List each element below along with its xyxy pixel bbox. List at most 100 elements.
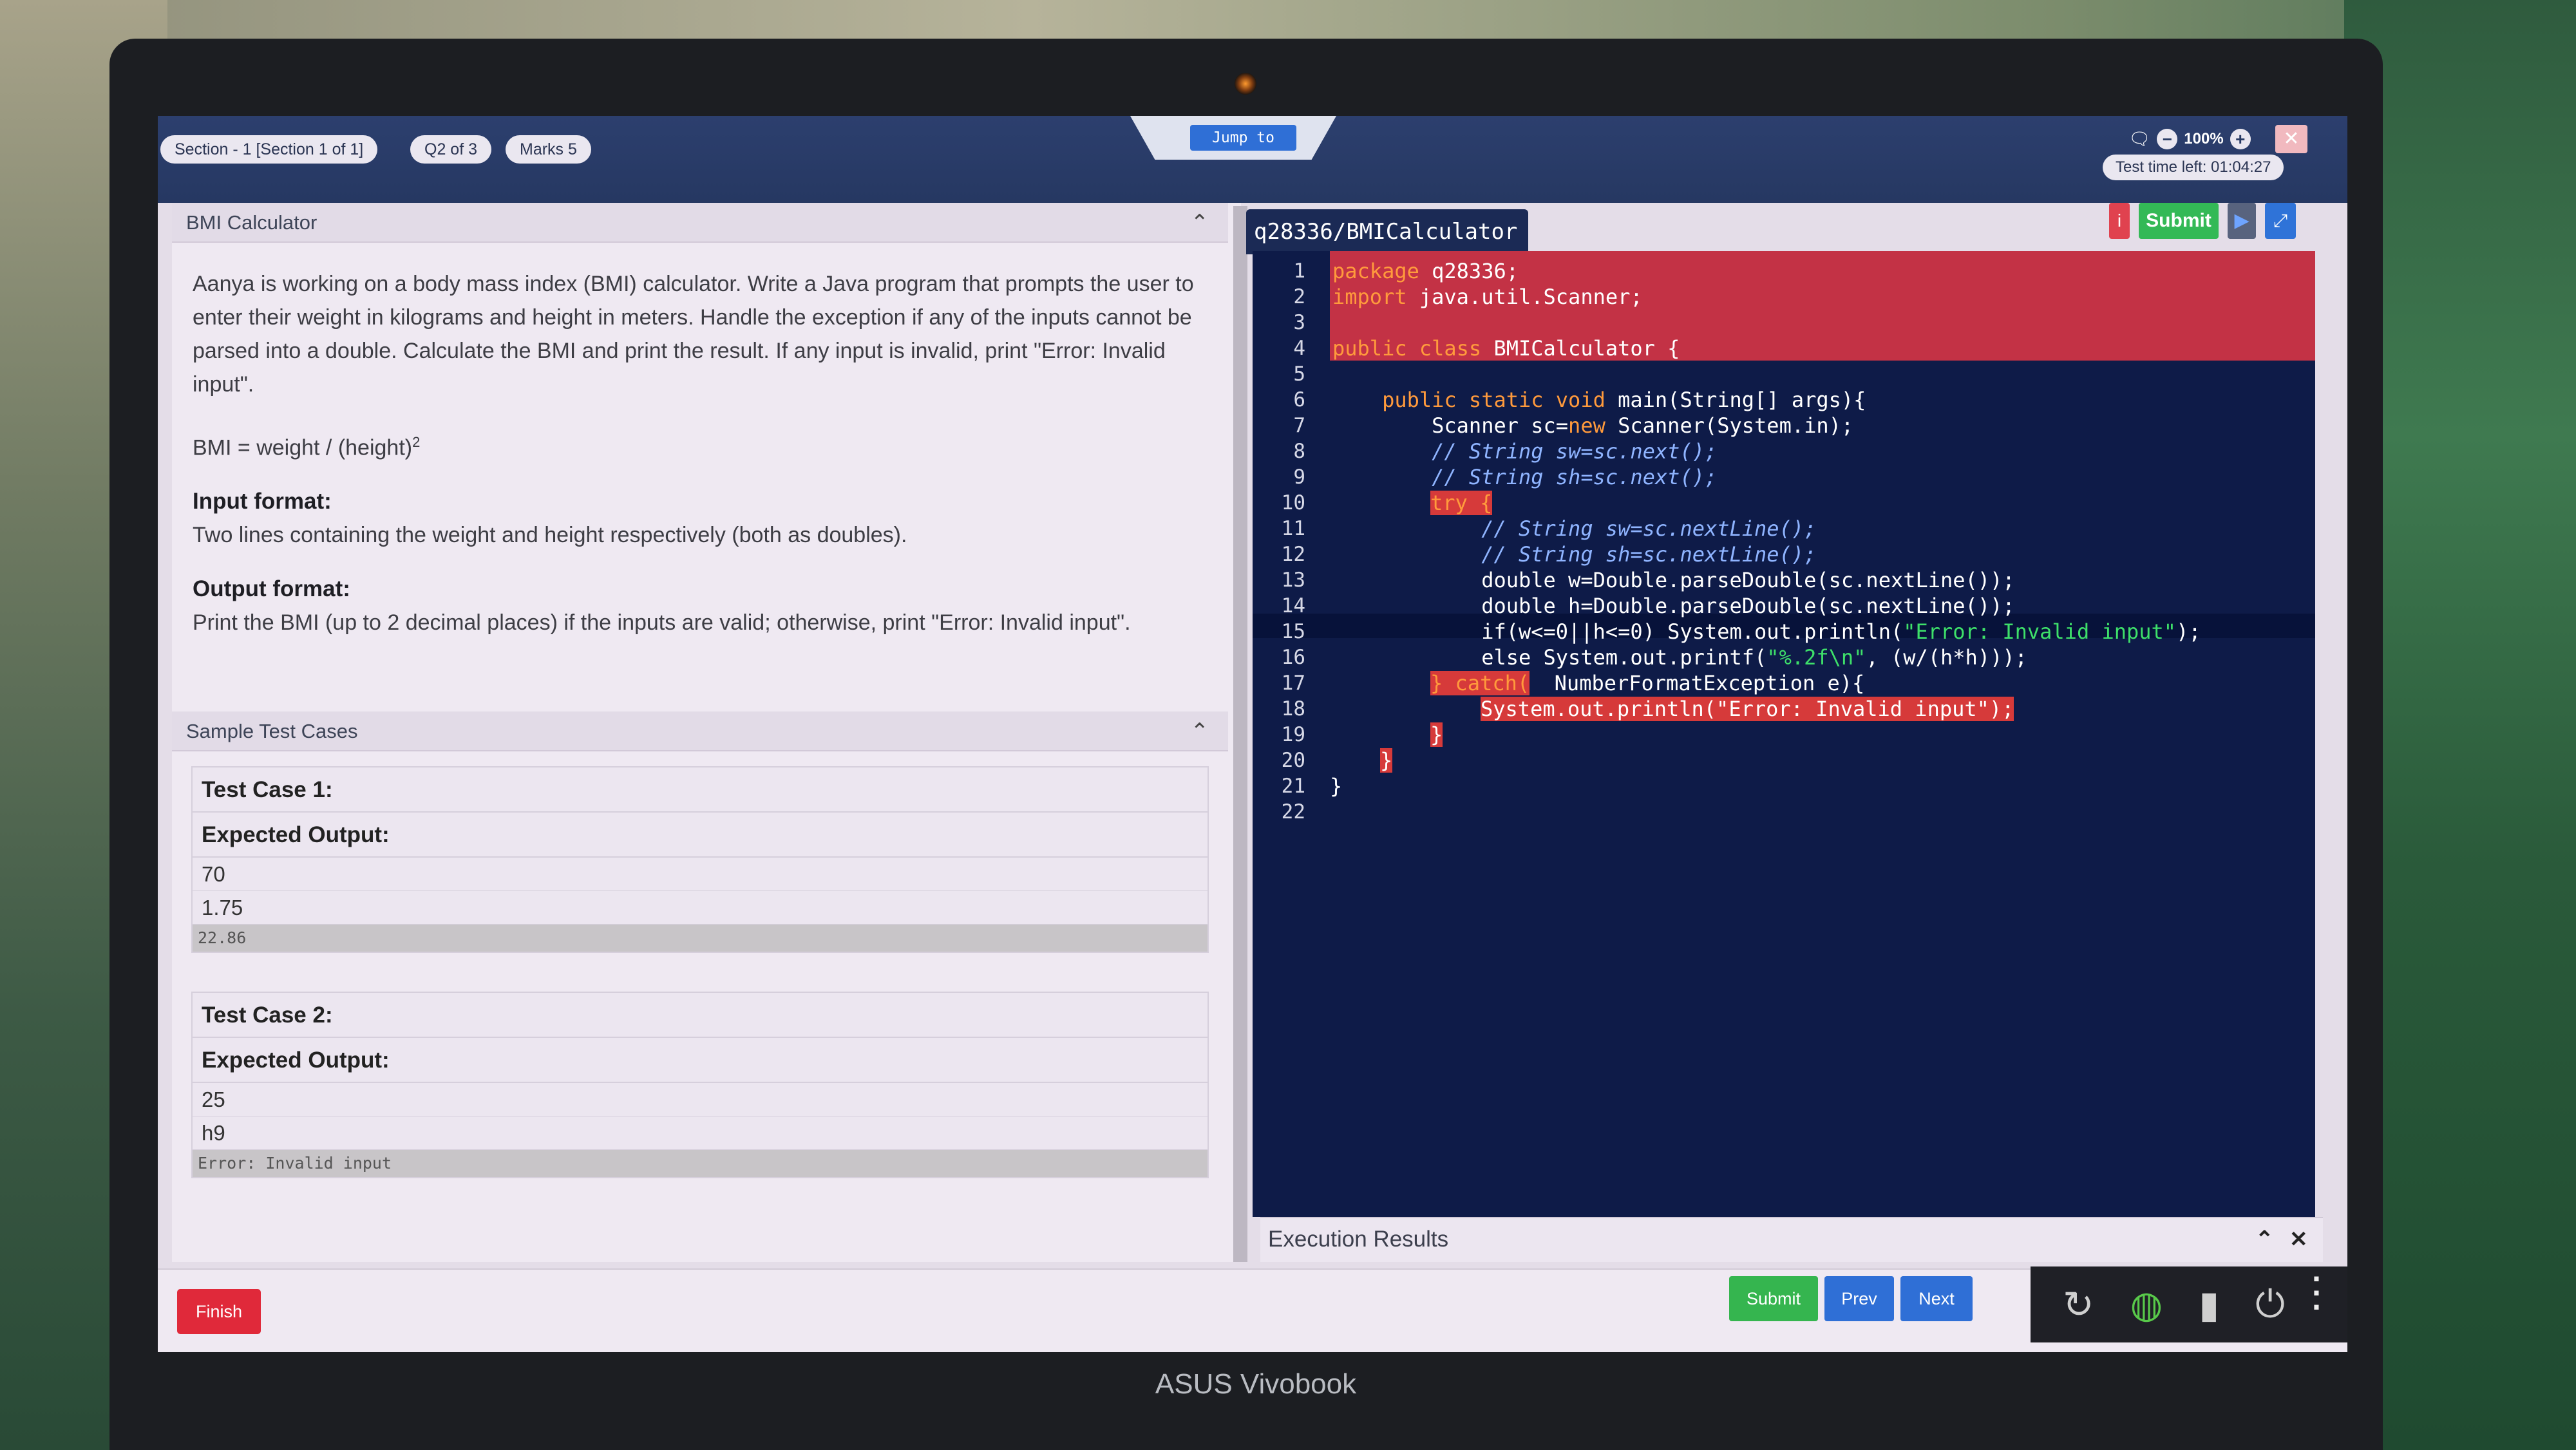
line-number: 19 <box>1281 723 1305 746</box>
run-icon[interactable]: ▶ <box>2228 203 2256 239</box>
test-case-output: Error: Invalid input <box>193 1150 1208 1177</box>
wifi-icon[interactable]: ◍ <box>2130 1283 2163 1326</box>
submit-button[interactable]: Submit <box>1729 1276 1818 1321</box>
jump-to-button[interactable]: Jump to <box>1190 125 1296 151</box>
expand-icon[interactable]: ⤢ <box>2265 203 2296 239</box>
expected-output-label: Expected Output: <box>193 1038 1208 1083</box>
output-format-text: Print the BMI (up to 2 decimal places) i… <box>193 610 1131 636</box>
output-format-heading: Output format: <box>193 576 350 602</box>
finish-button[interactable]: Finish <box>177 1289 261 1334</box>
line-gutter: 1 2 3 4 5 6 7 8 9 10 11 12 13 14 15 16 1… <box>1253 251 1323 1217</box>
question-title-bar[interactable]: BMI Calculator ⌃ <box>172 203 1228 243</box>
line-number: 17 <box>1281 672 1305 695</box>
code-line-9: // String sh=sc.next(); <box>1332 465 1718 489</box>
zoom-in-icon[interactable]: + <box>2230 129 2251 149</box>
code-string: "%.2f\n" <box>1766 645 1866 670</box>
line-number: 13 <box>1281 569 1305 592</box>
more-menu-icon[interactable]: · · · <box>2312 1263 2323 1323</box>
code-text: BMICalculator { <box>1481 336 1680 361</box>
line-number: 9 <box>1293 466 1305 489</box>
code-line-12: // String sh=sc.nextLine(); <box>1332 542 1817 567</box>
file-tab[interactable]: q28336/BMICalculator <box>1246 209 1528 254</box>
test-case-input: h9 <box>193 1116 1208 1150</box>
editor-toolbar: i Submit ▶ ⤢ <box>2109 203 2296 239</box>
code-line-2: import java.util.Scanner; <box>1332 285 1643 309</box>
test-case-input: 70 <box>193 858 1208 891</box>
code-text: java.util.Scanner; <box>1406 285 1643 309</box>
top-header: Section - 1 [Section 1 of 1] Q2 of 3 Mar… <box>158 116 2347 203</box>
code-text: Scanner(System.in); <box>1605 413 1854 438</box>
code-line-11: // String sw=sc.nextLine(); <box>1332 516 1817 541</box>
code-text: main(String[] args){ <box>1605 388 1866 412</box>
section-pill[interactable]: Section - 1 [Section 1 of 1] <box>160 135 378 164</box>
code-line-8: // String sw=sc.next(); <box>1332 439 1718 464</box>
code-text: ); <box>2176 619 2201 644</box>
close-icon[interactable]: ✕ <box>2289 1218 2308 1261</box>
test-case-input: 1.75 <box>193 891 1208 925</box>
code-line-16: else System.out.printf("%.2f\n", (w/(h*h… <box>1332 645 2027 670</box>
code-text: , (w/(h*h))); <box>1866 645 2027 670</box>
test-case-title: Test Case 2: <box>193 993 1208 1038</box>
info-button[interactable]: i <box>2109 203 2130 239</box>
code-keyword: import <box>1332 285 1407 309</box>
close-icon[interactable]: ✕ <box>2275 125 2307 153</box>
code-line-6: public static void main(String[] args){ <box>1332 388 1866 412</box>
code-line-15: if(w<=0||h<=0) System.out.println("Error… <box>1332 619 2201 644</box>
line-number: 14 <box>1281 594 1305 617</box>
chevron-up-icon[interactable]: ⌃ <box>1191 711 1209 751</box>
system-tray: ↻ ◍ ▮ ⏻ <box>2031 1266 2347 1342</box>
line-number: 5 <box>1293 362 1305 386</box>
code-string: "Error: Invalid input" <box>1903 619 2177 644</box>
question-pill[interactable]: Q2 of 3 <box>410 135 491 164</box>
try-keyword: try { <box>1430 491 1493 515</box>
line-number: 3 <box>1293 311 1305 334</box>
line-number: 8 <box>1293 440 1305 463</box>
next-button[interactable]: Next <box>1900 1276 1973 1321</box>
line-number: 4 <box>1293 337 1305 360</box>
zoom-level: 100% <box>2184 130 2224 147</box>
bmi-formula: BMI = weight / (height)2 <box>193 426 1210 464</box>
sample-cases-title-bar[interactable]: Sample Test Cases ⌃ <box>172 711 1228 751</box>
editor-submit-button[interactable]: Submit <box>2139 203 2219 239</box>
battery-icon: ▮ <box>2199 1284 2220 1326</box>
code-line-19: } <box>1430 722 1443 747</box>
question-title: BMI Calculator <box>186 211 317 234</box>
line-number: 10 <box>1281 491 1305 514</box>
refresh-icon[interactable]: ↻ <box>2063 1283 2094 1326</box>
laptop-brand: ASUS Vivobook <box>1155 1368 1357 1400</box>
code-keyword: public static void <box>1332 388 1605 412</box>
prev-button[interactable]: Prev <box>1824 1276 1894 1321</box>
line-number: 21 <box>1281 775 1305 798</box>
power-icon[interactable]: ⏻ <box>2255 1283 2285 1326</box>
sample-cases-title: Sample Test Cases <box>186 720 358 742</box>
question-pane: BMI Calculator ⌃ Aanya is working on a b… <box>172 203 1241 1262</box>
code-line-13: double w=Double.parseDouble(sc.nextLine(… <box>1332 568 2015 592</box>
chevron-up-icon[interactable]: ⌃ <box>2255 1218 2274 1261</box>
question-body: Aanya is working on a body mass index (B… <box>193 267 1210 664</box>
line-number: 16 <box>1281 646 1305 669</box>
pane-splitter[interactable] <box>1233 206 1247 1262</box>
line-number: 18 <box>1281 697 1305 720</box>
input-format-heading: Input format: <box>193 489 332 514</box>
test-case-input: 25 <box>193 1083 1208 1116</box>
zoom-out-icon[interactable]: − <box>2157 129 2178 149</box>
webcam <box>1235 73 1256 95</box>
code-line-4: public class BMICalculator { <box>1332 336 1680 361</box>
code-text: Scanner sc= <box>1332 413 1569 438</box>
chat-icon[interactable]: 🗨 <box>2128 129 2150 149</box>
test-timer: Test time left: 01:04:27 <box>2103 155 2284 180</box>
code-line-7: Scanner sc=new Scanner(System.in); <box>1332 413 1853 438</box>
code-editor[interactable]: 1 2 3 4 5 6 7 8 9 10 11 12 13 14 15 16 1… <box>1253 251 2315 1217</box>
marks-pill: Marks 5 <box>506 135 591 164</box>
input-format-text: Two lines containing the weight and heig… <box>193 523 907 548</box>
line-number: 22 <box>1281 800 1305 824</box>
line-number: 6 <box>1293 388 1305 411</box>
line-number: 11 <box>1281 517 1305 540</box>
code-line-20: } <box>1380 748 1393 773</box>
line-number: 15 <box>1281 620 1305 643</box>
execution-results-title: Execution Results <box>1268 1227 1449 1252</box>
code-keyword: new <box>1568 413 1605 438</box>
execution-results-bar[interactable]: Execution Results ⌃ ✕ <box>1260 1217 2323 1262</box>
code-line-14: double h=Double.parseDouble(sc.nextLine(… <box>1332 594 2015 618</box>
chevron-up-icon[interactable]: ⌃ <box>1191 203 1209 243</box>
